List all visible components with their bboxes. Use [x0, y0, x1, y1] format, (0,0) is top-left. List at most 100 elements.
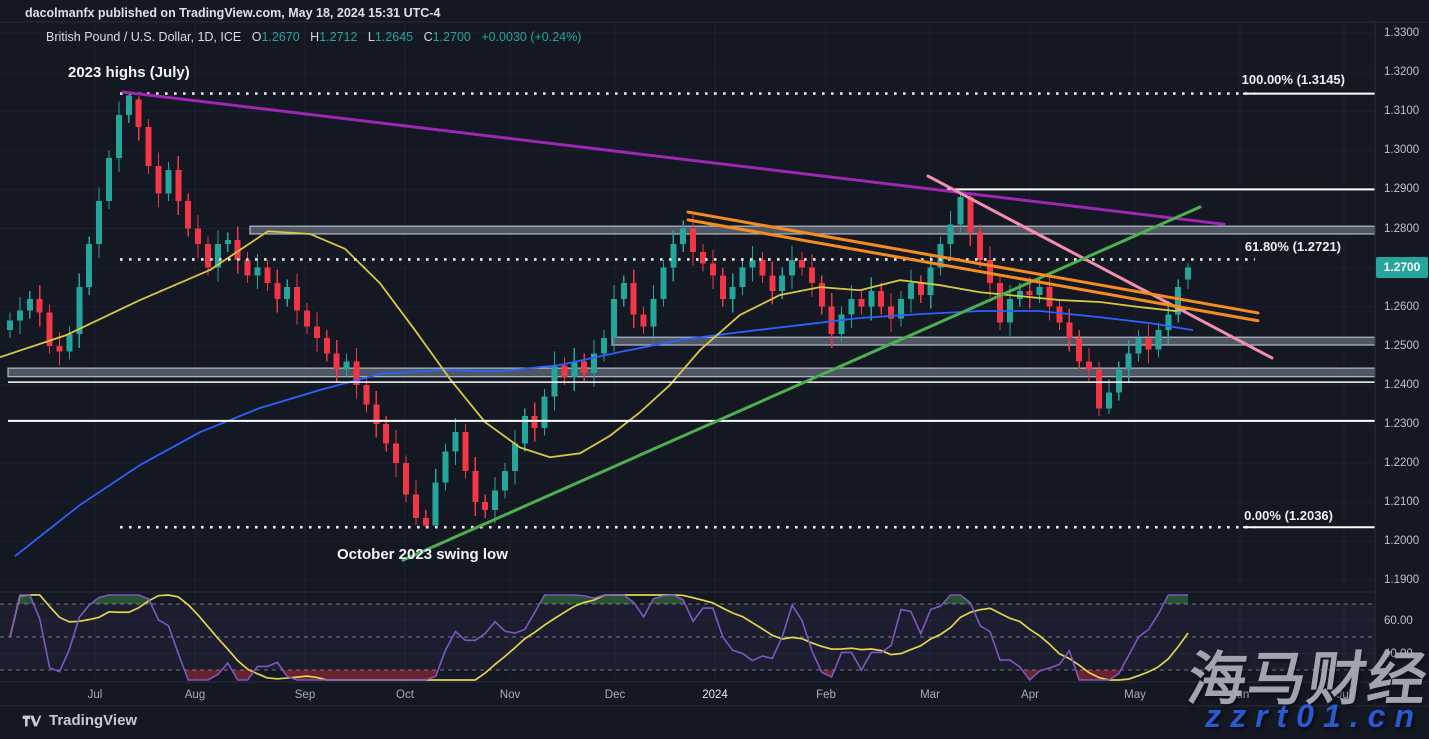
candle — [1027, 291, 1033, 295]
high-value: 1.2712 — [319, 30, 357, 44]
candle — [1185, 268, 1191, 280]
candle — [472, 471, 478, 502]
price-chart-canvas[interactable] — [0, 0, 1429, 739]
candle — [205, 244, 211, 267]
candle — [344, 361, 350, 369]
candle — [532, 416, 538, 428]
candle — [502, 471, 508, 491]
candle — [512, 444, 518, 471]
candle — [779, 275, 785, 291]
demand-zone-1.2430 — [8, 368, 1375, 377]
symbol-title: British Pound / U.S. Dollar, 1D, ICE — [46, 30, 241, 44]
candle — [7, 320, 13, 330]
candle — [96, 201, 102, 244]
candle — [641, 315, 647, 327]
candle — [274, 283, 280, 299]
candle — [1076, 338, 1082, 361]
candle — [1146, 338, 1152, 350]
candle — [1037, 287, 1043, 295]
candle — [680, 229, 686, 245]
candle — [799, 260, 805, 268]
candle — [948, 225, 954, 245]
candle — [1165, 315, 1171, 331]
fib-label-0: 0.00% (1.2036) — [1244, 508, 1333, 523]
candle — [908, 283, 914, 299]
candle — [17, 311, 23, 321]
open-value: 1.2670 — [261, 30, 299, 44]
candle — [601, 338, 607, 354]
candle — [878, 291, 884, 307]
candle — [433, 483, 439, 526]
candle — [86, 244, 92, 287]
candle — [413, 494, 419, 517]
candle — [225, 240, 231, 244]
candle — [660, 268, 666, 299]
watermark-site: zzrt01.cn — [1205, 698, 1423, 735]
candle — [651, 299, 657, 326]
steep-downtrend-pink — [928, 176, 1272, 358]
candle — [1066, 322, 1072, 338]
annotation-oct-swing-low: October 2023 swing low — [337, 546, 508, 563]
candle — [423, 518, 429, 526]
tradingview-logo[interactable]: TradingView — [22, 712, 137, 729]
candle — [136, 99, 142, 126]
candle — [750, 260, 756, 268]
tradingview-logo-icon — [22, 713, 42, 729]
candle — [977, 232, 983, 259]
candle — [839, 315, 845, 335]
candle — [967, 197, 973, 232]
candle — [443, 451, 449, 482]
candle — [740, 268, 746, 288]
candle — [284, 287, 290, 299]
candle — [710, 264, 716, 276]
low-value: 1.2645 — [375, 30, 413, 44]
candle — [264, 268, 270, 284]
candle — [769, 275, 775, 291]
candle — [849, 299, 855, 315]
candle — [304, 311, 310, 327]
last-price-badge: 1.2700 — [1376, 257, 1428, 278]
publish-attribution: dacolmanfx published on TradingView.com,… — [25, 6, 440, 20]
symbol-legend: British Pound / U.S. Dollar, 1D, ICE O1.… — [46, 30, 581, 44]
candle — [363, 385, 369, 405]
candle — [314, 326, 320, 338]
candle — [492, 490, 498, 510]
candle — [27, 299, 33, 311]
candle — [700, 252, 706, 264]
candle — [1017, 291, 1023, 299]
candle — [631, 283, 637, 314]
candle — [670, 244, 676, 267]
annotation-2023-highs: 2023 highs (July) — [68, 64, 190, 81]
candle — [730, 287, 736, 299]
candle — [126, 96, 132, 116]
candle — [185, 201, 191, 228]
high-label: H — [310, 30, 319, 44]
candle — [403, 463, 409, 494]
major-downtrend-purple — [123, 92, 1224, 224]
candle — [1155, 330, 1161, 350]
candle — [165, 170, 171, 193]
candle — [957, 197, 963, 224]
demand-zone-1.2510 — [612, 337, 1375, 345]
candle — [858, 299, 864, 307]
candle — [759, 260, 765, 276]
candle — [453, 432, 459, 452]
change-value: +0.0030 (+0.24%) — [481, 30, 581, 44]
candle — [393, 444, 399, 464]
candle — [334, 354, 340, 370]
candle — [66, 334, 72, 352]
candle — [175, 170, 181, 201]
candle — [561, 365, 567, 377]
close-label: C — [424, 30, 433, 44]
candle — [1116, 369, 1122, 392]
candle — [156, 166, 162, 193]
candle — [106, 158, 112, 201]
candle — [462, 432, 468, 471]
candle — [611, 299, 617, 338]
grid-layer — [0, 22, 1375, 682]
candle — [720, 275, 726, 298]
candle — [997, 283, 1003, 322]
candle — [552, 365, 558, 396]
candle — [294, 287, 300, 310]
candle — [581, 361, 587, 373]
